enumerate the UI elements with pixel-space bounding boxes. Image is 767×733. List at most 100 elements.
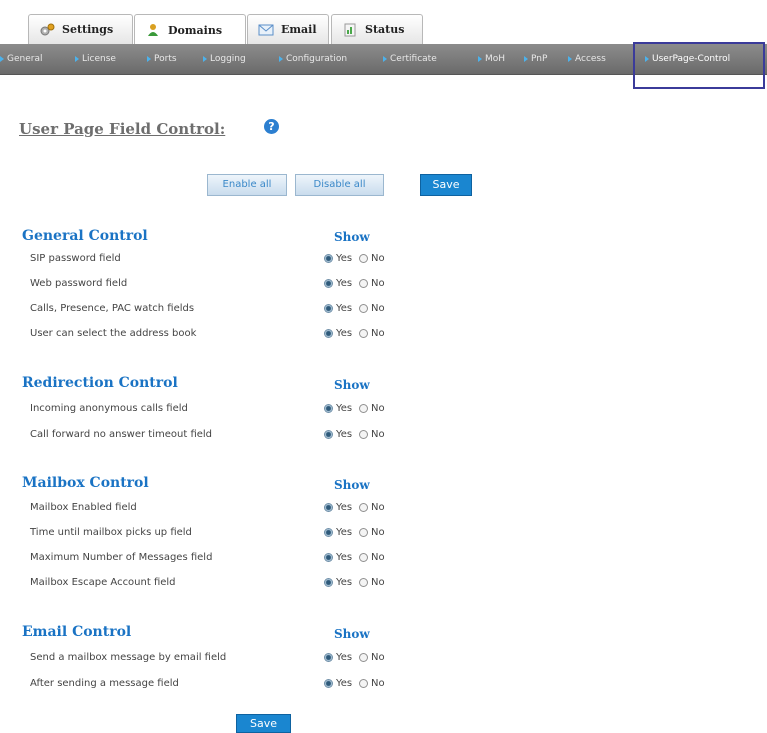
nav-item-pnp[interactable]: PnP [524, 44, 547, 74]
radio-yes-label: Yes [336, 328, 353, 339]
bullet-icon [568, 55, 572, 62]
radio-yes-label: Yes [336, 278, 353, 289]
radio-no[interactable] [359, 578, 368, 587]
field-row: User can select the address book Yes No [18, 323, 418, 345]
radio-no-label: No [371, 429, 385, 440]
nav-item-certificate[interactable]: Certificate [383, 44, 437, 74]
tab-domains[interactable]: Domains [134, 14, 246, 45]
radio-no-label: No [371, 577, 385, 588]
bullet-icon [0, 55, 4, 62]
radio-no[interactable] [359, 503, 368, 512]
radio-yes[interactable] [324, 329, 333, 338]
field-label: Send a mailbox message by email field [30, 652, 227, 663]
field-label: After sending a message field [30, 678, 179, 689]
sub-navigation: General License Ports Logging Configurat… [0, 44, 767, 75]
status-icon [342, 23, 358, 37]
radio-yes[interactable] [324, 553, 333, 562]
top-tab-bar: Settings Domains Email Status [0, 0, 767, 45]
radio-no[interactable] [359, 279, 368, 288]
field-label: Incoming anonymous calls field [30, 403, 188, 414]
save-button-top[interactable]: Save [420, 174, 472, 196]
radio-yes[interactable] [324, 653, 333, 662]
field-row: Time until mailbox picks up field Yes No [18, 522, 418, 544]
radio-yes-label: Yes [336, 577, 353, 588]
show-column-header: Show [334, 627, 370, 641]
field-label: Maximum Number of Messages field [30, 552, 213, 563]
nav-item-ports[interactable]: Ports [147, 44, 177, 74]
nav-item-configuration[interactable]: Configuration [279, 44, 347, 74]
show-column-header: Show [334, 378, 370, 392]
disable-all-button[interactable]: Disable all [295, 174, 384, 196]
tab-settings-label: Settings [62, 23, 114, 36]
email-icon [258, 23, 274, 37]
save-button-bottom[interactable]: Save [236, 714, 291, 733]
page-title: User Page Field Control: [19, 120, 226, 138]
nav-item-logging[interactable]: Logging [203, 44, 246, 74]
bullet-icon [383, 55, 387, 62]
field-row: Calls, Presence, PAC watch fields Yes No [18, 298, 418, 320]
radio-no-label: No [371, 652, 385, 663]
radio-no[interactable] [359, 404, 368, 413]
bullet-icon [645, 55, 649, 62]
section-title-email-control: Email Control [22, 624, 132, 640]
nav-item-access[interactable]: Access [568, 44, 606, 74]
nav-item-license[interactable]: License [75, 44, 116, 74]
radio-no-label: No [371, 328, 385, 339]
tab-status[interactable]: Status [331, 14, 423, 44]
field-label: Call forward no answer timeout field [30, 429, 213, 440]
radio-yes[interactable] [324, 404, 333, 413]
field-row: Incoming anonymous calls field Yes No [18, 398, 418, 420]
show-column-header: Show [334, 478, 370, 492]
radio-no-label: No [371, 253, 385, 264]
radio-no[interactable] [359, 254, 368, 263]
radio-yes-label: Yes [336, 303, 353, 314]
radio-yes[interactable] [324, 430, 333, 439]
field-row: SIP password field Yes No [18, 248, 418, 270]
tab-status-label: Status [365, 23, 405, 36]
field-label: Mailbox Escape Account field [30, 577, 176, 588]
bullet-icon [478, 55, 482, 62]
bullet-icon [147, 55, 151, 62]
radio-yes[interactable] [324, 304, 333, 313]
nav-item-moh[interactable]: MoH [478, 44, 505, 74]
radio-no[interactable] [359, 679, 368, 688]
radio-yes-label: Yes [336, 502, 353, 513]
radio-no[interactable] [359, 304, 368, 313]
radio-yes[interactable] [324, 578, 333, 587]
radio-no[interactable] [359, 528, 368, 537]
help-icon[interactable]: ? [264, 119, 279, 134]
tab-email[interactable]: Email [247, 14, 329, 44]
field-row: After sending a message field Yes No [18, 673, 418, 695]
bullet-icon [75, 55, 79, 62]
field-label: Calls, Presence, PAC watch fields [30, 303, 195, 314]
field-row: Mailbox Escape Account field Yes No [18, 572, 418, 594]
field-row: Web password field Yes No [18, 273, 418, 295]
radio-no[interactable] [359, 329, 368, 338]
tab-settings[interactable]: Settings [28, 14, 133, 44]
tab-domains-label: Domains [168, 23, 223, 37]
radio-no-label: No [371, 278, 385, 289]
radio-no-label: No [371, 403, 385, 414]
radio-yes[interactable] [324, 503, 333, 512]
radio-yes-label: Yes [336, 429, 353, 440]
radio-yes[interactable] [324, 279, 333, 288]
radio-no[interactable] [359, 653, 368, 662]
radio-no[interactable] [359, 430, 368, 439]
radio-no-label: No [371, 552, 385, 563]
radio-no-label: No [371, 303, 385, 314]
radio-yes-label: Yes [336, 527, 353, 538]
radio-yes[interactable] [324, 528, 333, 537]
tab-email-label: Email [281, 23, 317, 36]
radio-yes-label: Yes [336, 678, 353, 689]
radio-no[interactable] [359, 553, 368, 562]
radio-yes[interactable] [324, 679, 333, 688]
radio-yes[interactable] [324, 254, 333, 263]
field-label: Web password field [30, 278, 128, 289]
bullet-icon [203, 55, 207, 62]
radio-no-label: No [371, 502, 385, 513]
enable-all-button[interactable]: Enable all [207, 174, 287, 196]
radio-yes-label: Yes [336, 403, 353, 414]
nav-item-userpage-control[interactable]: UserPage-Control [645, 44, 730, 74]
nav-item-general[interactable]: General [0, 44, 42, 74]
radio-yes-label: Yes [336, 652, 353, 663]
